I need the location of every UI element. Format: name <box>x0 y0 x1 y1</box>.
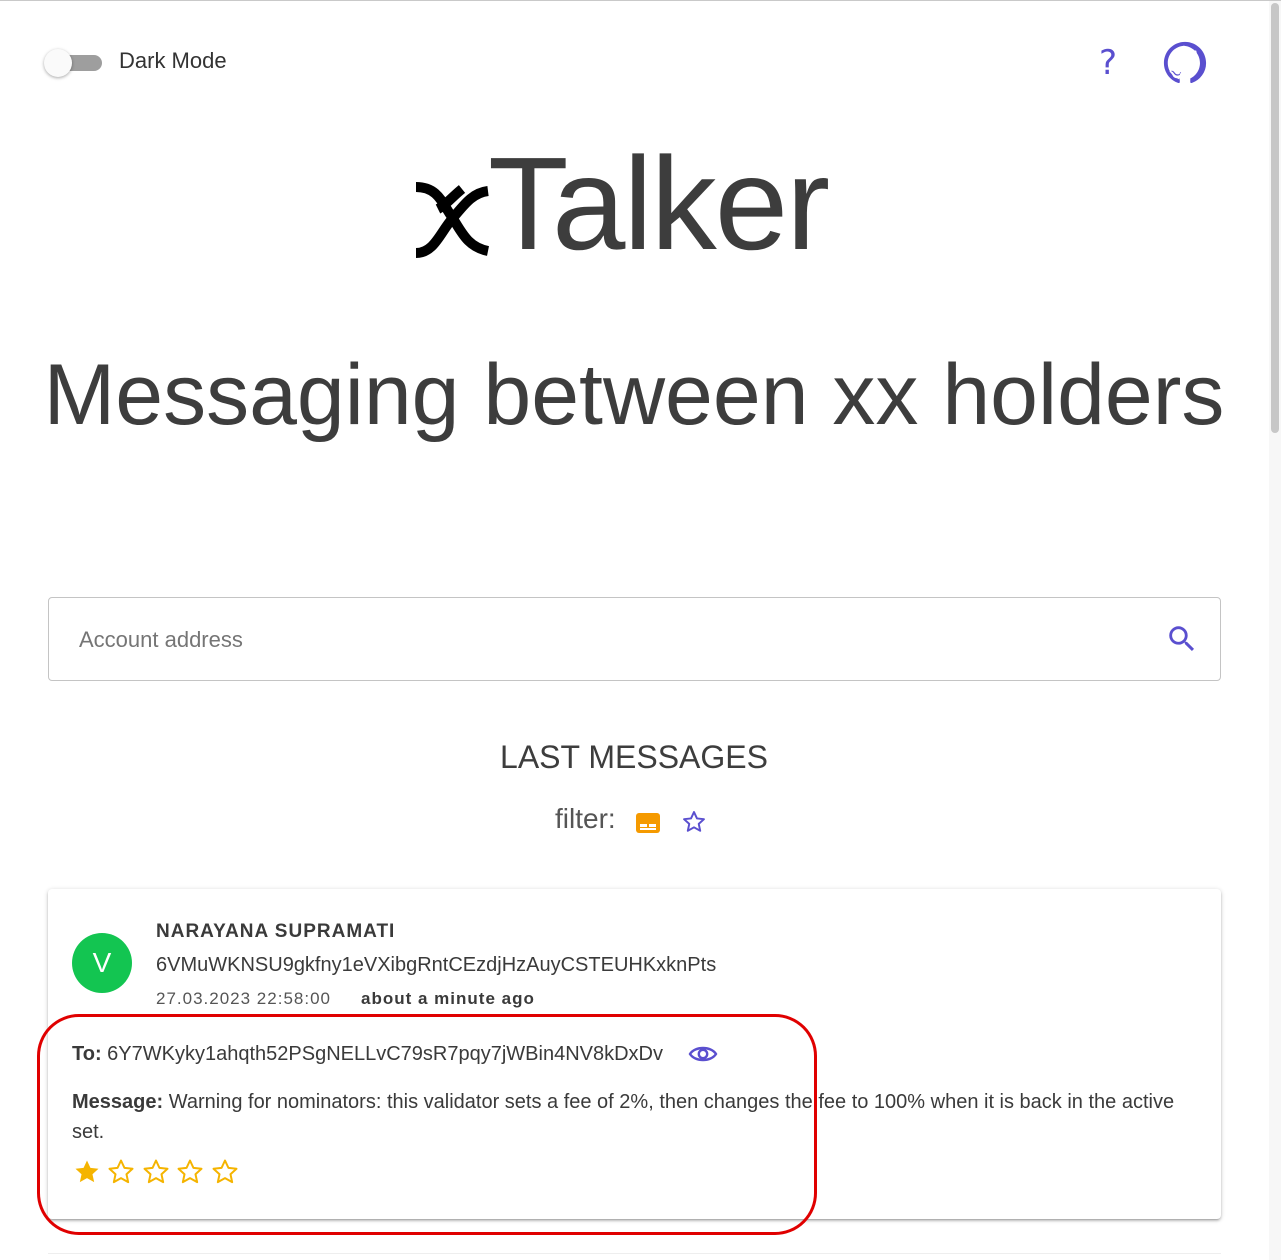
star-outline-icon[interactable] <box>681 809 707 835</box>
help-icon[interactable]: ? <box>1088 41 1128 85</box>
message-card: V NARAYANA SUPRAMATI 6VMuWKNSU9gkfny1eVX… <box>48 889 1221 1219</box>
star-icon[interactable] <box>72 1157 102 1187</box>
message-icon[interactable] <box>635 811 661 835</box>
message-relative-time: about a minute ago <box>361 989 535 1008</box>
filter-label: filter: <box>555 803 616 834</box>
github-icon[interactable] <box>1163 41 1207 85</box>
dark-mode-toggle[interactable] <box>44 49 102 77</box>
recipient-line: To: 6Y7WKyky1ahqth52PSgNELLvC79sR7pqy7jW… <box>72 1043 663 1066</box>
account-address-input[interactable] <box>77 616 1141 664</box>
search-box <box>48 597 1221 681</box>
scrollbar-thumb[interactable] <box>1271 3 1279 433</box>
section-title: LAST MESSAGES <box>500 739 768 775</box>
next-card-edge <box>48 1253 1221 1254</box>
app-name: Talker <box>488 130 830 277</box>
eye-icon[interactable] <box>688 1043 718 1065</box>
top-bar: Dark Mode ? <box>0 1 1268 121</box>
xx-logo-icon <box>415 182 490 258</box>
search-icon[interactable] <box>1165 622 1199 656</box>
avatar: V <box>72 933 132 993</box>
toggle-thumb <box>44 49 72 77</box>
recipient-address[interactable]: 6Y7WKyky1ahqth52PSgNELLvC79sR7pqy7jWBin4… <box>107 1043 663 1065</box>
message-text: Warning for nominators: this validator s… <box>72 1091 1175 1143</box>
scrollbar[interactable] <box>1269 1 1281 1260</box>
message-timestamp: 27.03.2023 22:58:00 <box>156 989 331 1008</box>
page-headline: Messaging between xx holders <box>43 347 1225 443</box>
star-outline-icon[interactable] <box>175 1157 205 1187</box>
sender-name: NARAYANA SUPRAMATI <box>156 921 396 942</box>
sender-address[interactable]: 6VMuWKNSU9gkfny1eVXibgRntCEzdjHzAuyCSTEU… <box>156 954 716 977</box>
rating-stars <box>72 1157 240 1187</box>
star-outline-icon[interactable] <box>106 1157 136 1187</box>
to-label: To: <box>72 1043 102 1065</box>
dark-mode-label: Dark Mode <box>119 48 227 73</box>
app-logo: Talker <box>412 130 872 277</box>
message-label: Message: <box>72 1091 164 1113</box>
star-outline-icon[interactable] <box>210 1157 240 1187</box>
message-body: Message: Warning for nominators: this va… <box>72 1087 1192 1147</box>
star-outline-icon[interactable] <box>141 1157 171 1187</box>
